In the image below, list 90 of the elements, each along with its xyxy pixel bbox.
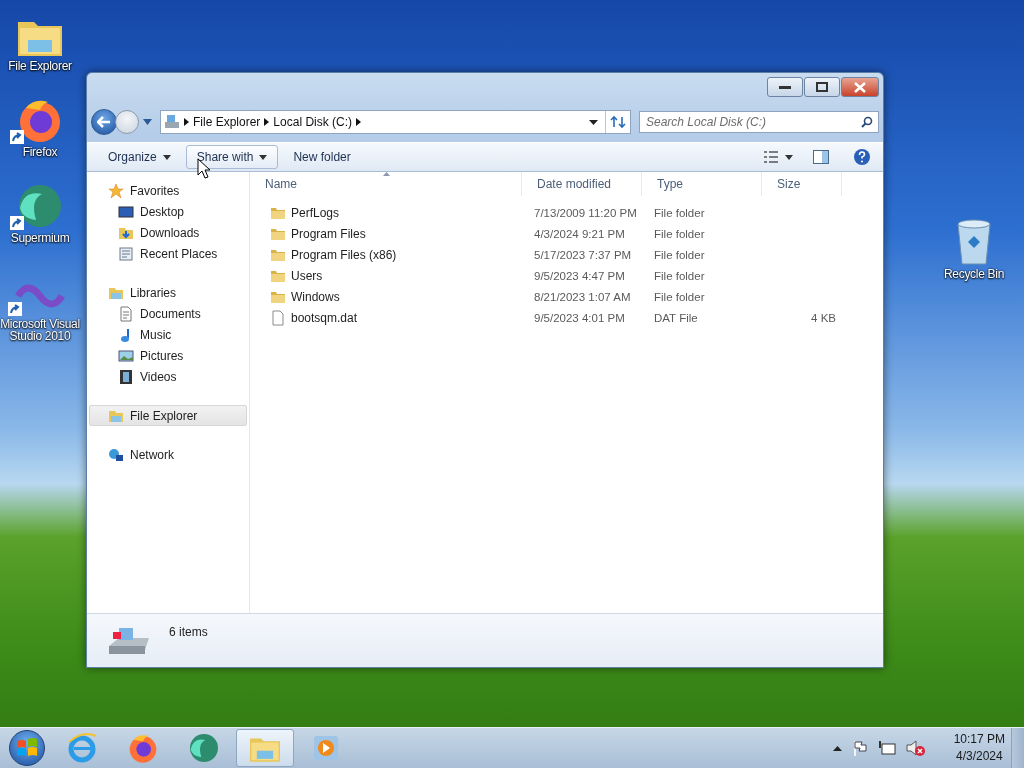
date-cell-text: 8/21/2023 1:07 AM	[533, 289, 632, 305]
breadcrumb-item[interactable]: File Explorer	[193, 115, 261, 129]
date-cell-text: 9/5/2023 4:47 PM	[533, 268, 626, 284]
network-icon[interactable]	[877, 740, 896, 756]
view-options-icon[interactable]	[763, 150, 779, 164]
file-icon	[270, 309, 286, 326]
recycle-bin-icon	[954, 218, 994, 266]
date-cell-text: 9/5/2023 4:01 PM	[533, 310, 626, 326]
file-name-cell[interactable]: PerfLogs	[250, 202, 522, 223]
browser-logo-icon[interactable]	[188, 732, 220, 764]
navigation-item[interactable]: Downloads	[89, 222, 247, 243]
type-cell-text: File folder	[653, 226, 706, 242]
search-icon[interactable]	[861, 116, 873, 128]
muted-speaker-icon[interactable]	[905, 739, 926, 757]
type-cell-text: File folder	[653, 247, 706, 263]
back-arrow-icon	[97, 116, 111, 128]
start-button[interactable]	[9, 730, 45, 766]
desktop-icon-label[interactable]: Firefox	[22, 146, 58, 158]
toolbar-button[interactable]: New folder	[282, 145, 362, 169]
drive-icon	[163, 113, 181, 131]
date-cell-text: 7/13/2009 11:20 PM	[533, 205, 638, 221]
file-name-cell[interactable]: bootsqm.dat	[250, 307, 522, 328]
preview-pane-icon[interactable]	[813, 150, 829, 164]
breadcrumb-arrow-icon[interactable]	[264, 118, 270, 126]
close-button[interactable]	[841, 77, 879, 97]
close-icon	[854, 81, 866, 93]
document-icon	[118, 305, 134, 322]
date-cell-text: 5/17/2023 7:37 PM	[533, 247, 633, 263]
file-name-cell[interactable]: Program Files	[250, 223, 522, 244]
flag-icon[interactable]	[851, 740, 868, 756]
toolbar-button[interactable]: Share with	[185, 145, 279, 169]
column-header[interactable]: Type	[642, 172, 762, 196]
column-header[interactable]: Size	[762, 172, 842, 196]
help-icon[interactable]	[853, 148, 871, 166]
recent-pages-caret-icon[interactable]	[143, 119, 152, 125]
globe-icon	[108, 446, 124, 463]
breadcrumb-arrow-icon[interactable]	[356, 118, 362, 126]
minimize-icon	[779, 85, 791, 89]
breadcrumb-arrow-icon[interactable]	[184, 118, 189, 126]
address-bar[interactable]: File Explorer Local Disk (C:)	[160, 110, 631, 134]
column-header[interactable]: Date modified	[522, 172, 642, 196]
navigation-item[interactable]: Music	[89, 324, 247, 345]
show-hidden-icons-caret-icon[interactable]	[832, 745, 842, 751]
maximize-button[interactable]	[804, 77, 840, 97]
forward-button[interactable]	[115, 110, 139, 134]
star-icon	[108, 182, 124, 199]
navigation-item[interactable]: Network	[89, 444, 247, 465]
minimize-button[interactable]	[767, 77, 803, 97]
desktop-icon-label[interactable]: Recycle Bin	[943, 268, 1005, 280]
refresh-icon[interactable]	[610, 115, 626, 129]
toolbar-button[interactable]: Organize	[97, 145, 182, 169]
navigation-item[interactable]: Documents	[89, 303, 247, 324]
navigation-item[interactable]: Recent Places	[89, 243, 247, 264]
navigation-item[interactable]: File Explorer	[89, 405, 247, 426]
dropdown-caret-icon[interactable]	[162, 154, 171, 160]
type-cell-text: File folder	[653, 205, 706, 221]
film-icon	[118, 368, 134, 385]
desktop-icon-label[interactable]: Supermium	[10, 232, 70, 244]
browser-logo-icon[interactable]	[127, 732, 159, 764]
dropdown-caret-icon[interactable]	[259, 154, 268, 160]
navigation-item[interactable]: Libraries	[89, 282, 247, 303]
document-list-icon	[118, 245, 134, 262]
navigation-item[interactable]: Pictures	[89, 345, 247, 366]
breadcrumb-item[interactable]: Local Disk (C:)	[273, 115, 353, 129]
back-button[interactable]	[91, 109, 117, 135]
date-cell-text: 4/3/2024 9:21 PM	[533, 226, 626, 242]
desktop-icon-label[interactable]: File Explorer	[8, 60, 72, 72]
type-cell-text: File folder	[653, 289, 706, 305]
navigation-item[interactable]: Desktop	[89, 201, 247, 222]
windows-logo-icon	[16, 738, 38, 758]
size-cell-text: 4 KB	[810, 310, 837, 326]
clock-time[interactable]: 10:17 PM	[953, 731, 1005, 748]
dropdown-caret-icon[interactable]	[588, 119, 598, 125]
picture-icon	[118, 347, 134, 364]
sort-arrow-icon	[382, 172, 390, 176]
file-name-cell[interactable]: Program Files (x86)	[250, 244, 522, 265]
file-name-cell[interactable]: Users	[250, 265, 522, 286]
type-cell-text: DAT File	[653, 310, 699, 326]
clock-date[interactable]: 4/3/2024	[955, 748, 1003, 765]
dropdown-caret-icon[interactable]	[785, 154, 793, 160]
file-name-cell[interactable]: Windows	[250, 286, 522, 307]
type-cell-text: File folder	[653, 268, 706, 284]
navigation-item[interactable]: Favorites	[89, 180, 247, 201]
monitor-icon	[118, 203, 134, 220]
item-count: 6 items	[169, 625, 208, 639]
search-field[interactable]: Search Local Disk (C:)	[639, 111, 879, 133]
column-header[interactable]: Name	[250, 172, 522, 196]
browser-logo-icon	[16, 182, 64, 230]
maximize-icon	[816, 82, 828, 92]
navigation-item[interactable]: Videos	[89, 366, 247, 387]
